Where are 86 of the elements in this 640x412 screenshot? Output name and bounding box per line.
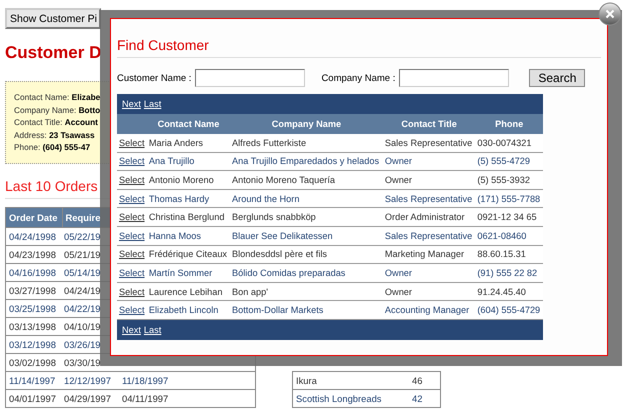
table-cell: 03/13/1998 xyxy=(6,317,62,335)
table-cell: 0921-12 34 65 xyxy=(475,208,543,226)
table-cell: Martín Sommer xyxy=(146,264,230,282)
table-cell: 04/24/1998 xyxy=(6,227,62,245)
pager-link[interactable]: Next xyxy=(122,324,141,335)
table-cell: Bon app' xyxy=(230,282,383,301)
table-cell: 0621-08460 xyxy=(475,226,543,246)
table-cell: Bólido Comidas preparadas xyxy=(230,264,383,282)
table-cell: Around the Horn xyxy=(230,189,383,208)
table-cell: Elizabeth Lincoln xyxy=(146,300,230,320)
select-link[interactable]: Select xyxy=(119,305,145,316)
table-cell: Owner xyxy=(382,152,476,171)
table-cell: Owner xyxy=(382,282,476,301)
input-field[interactable] xyxy=(195,69,306,87)
column-header: Company Name xyxy=(230,114,383,134)
page-heading: Customer D xyxy=(5,43,102,63)
detail-line: Contact Name: Elizabe xyxy=(14,91,100,104)
table-cell: (5) 555-3932 xyxy=(475,170,543,190)
table-cell: (91) 555 22 82 xyxy=(475,264,543,282)
dialog-title: Find Customer xyxy=(117,37,601,58)
table-cell: 03/27/1998 xyxy=(6,281,62,299)
table-cell: Thomas Hardy xyxy=(146,189,230,208)
table-cell: (171) 555-7788 xyxy=(475,189,543,208)
pager-link[interactable]: Next xyxy=(122,99,141,109)
select-link[interactable]: Select xyxy=(119,268,145,278)
table-cell: Sales Representative xyxy=(382,134,476,152)
table-cell: 11/14/1997 xyxy=(6,371,62,389)
table-cell: Laurence Lebihan xyxy=(146,282,230,301)
table-cell: Accounting Manager xyxy=(382,300,476,320)
table-cell: Frédérique Citeaux xyxy=(146,245,230,264)
table-cell: Blauer See Delikatessen xyxy=(230,226,383,246)
table-cell: 03/12/1998 xyxy=(6,335,62,353)
table-cell: Owner xyxy=(382,264,476,282)
select-link[interactable]: Select xyxy=(119,212,145,222)
column-header: Contact Name xyxy=(146,114,230,134)
table-cell: Berglunds snabbköp xyxy=(230,208,383,226)
close-icon[interactable] xyxy=(598,2,622,26)
table-cell: Antonio Moreno xyxy=(146,170,230,190)
select-link[interactable]: Select xyxy=(119,230,145,241)
table-cell: Ana Trujillo Emparedados y helados xyxy=(230,152,383,171)
detail-line: Phone: (604) 555-47 xyxy=(14,141,90,154)
table-cell: 04/11/1997 xyxy=(119,389,256,407)
table-cell: Hanna Moos xyxy=(146,226,230,246)
table-cell: Scottish Longbreads xyxy=(292,389,409,407)
detail-line: Contact Title: Account xyxy=(14,116,98,128)
pager-link[interactable]: Last xyxy=(144,324,162,335)
table-cell: Marketing Manager xyxy=(382,245,476,264)
table-cell: 46 xyxy=(409,371,440,389)
show-customer-picker-button[interactable]: Show Customer Pi xyxy=(5,8,101,29)
column-header: Order Date xyxy=(6,207,62,227)
table-cell: 030-0074321 xyxy=(475,134,543,152)
input-field[interactable] xyxy=(399,69,510,87)
table-cell: 04/23/1998 xyxy=(6,245,62,263)
table-cell: 91.24.45.40 xyxy=(475,282,543,301)
detail-line: Company Name: Botto xyxy=(14,104,100,116)
table-cell: 03/25/1998 xyxy=(6,299,62,317)
table-cell: Blondesddsl père et fils xyxy=(230,245,383,264)
table-cell: 88.60.15.31 xyxy=(475,245,543,264)
table-cell: Ikura xyxy=(292,371,409,389)
column-header: Contact Title xyxy=(382,114,476,134)
table-cell: Christina Berglund xyxy=(146,208,230,226)
table-cell: 04/29/1997 xyxy=(62,389,119,407)
table-cell: Order Administrator xyxy=(382,208,476,226)
table-cell: (5) 555-4729 xyxy=(475,152,543,171)
table-cell: 03/02/1998 xyxy=(6,353,62,371)
table-cell: 04/01/1997 xyxy=(6,389,62,407)
pager-link[interactable]: Last xyxy=(144,99,162,109)
field-label: Company Name : xyxy=(321,72,396,84)
table-cell: Sales Representative xyxy=(382,189,476,208)
table-cell: Maria Anders xyxy=(146,134,230,152)
table-cell: Owner xyxy=(382,170,476,190)
table-cell: Alfreds Futterkiste xyxy=(230,134,383,152)
column-header: Phone xyxy=(475,114,543,134)
search-button[interactable]: Search xyxy=(529,69,586,87)
select-link[interactable]: Select xyxy=(119,138,145,148)
table-cell: 04/16/1998 xyxy=(6,263,62,281)
table-cell: 42 xyxy=(409,389,440,407)
table-cell: Antonio Moreno Taquería xyxy=(230,170,383,190)
table-cell: 12/12/1997 xyxy=(62,371,119,389)
table-cell: Sales Representative xyxy=(382,226,476,246)
detail-line: Address: 23 Tsawass xyxy=(14,128,95,141)
table-cell: 11/18/1997 xyxy=(119,371,256,389)
field-label: Customer Name : xyxy=(117,72,192,84)
table-cell: (604) 555-4729 xyxy=(475,300,543,320)
table-cell: Bottom-Dollar Markets xyxy=(230,300,383,320)
table-cell: Ana Trujillo xyxy=(146,152,230,171)
